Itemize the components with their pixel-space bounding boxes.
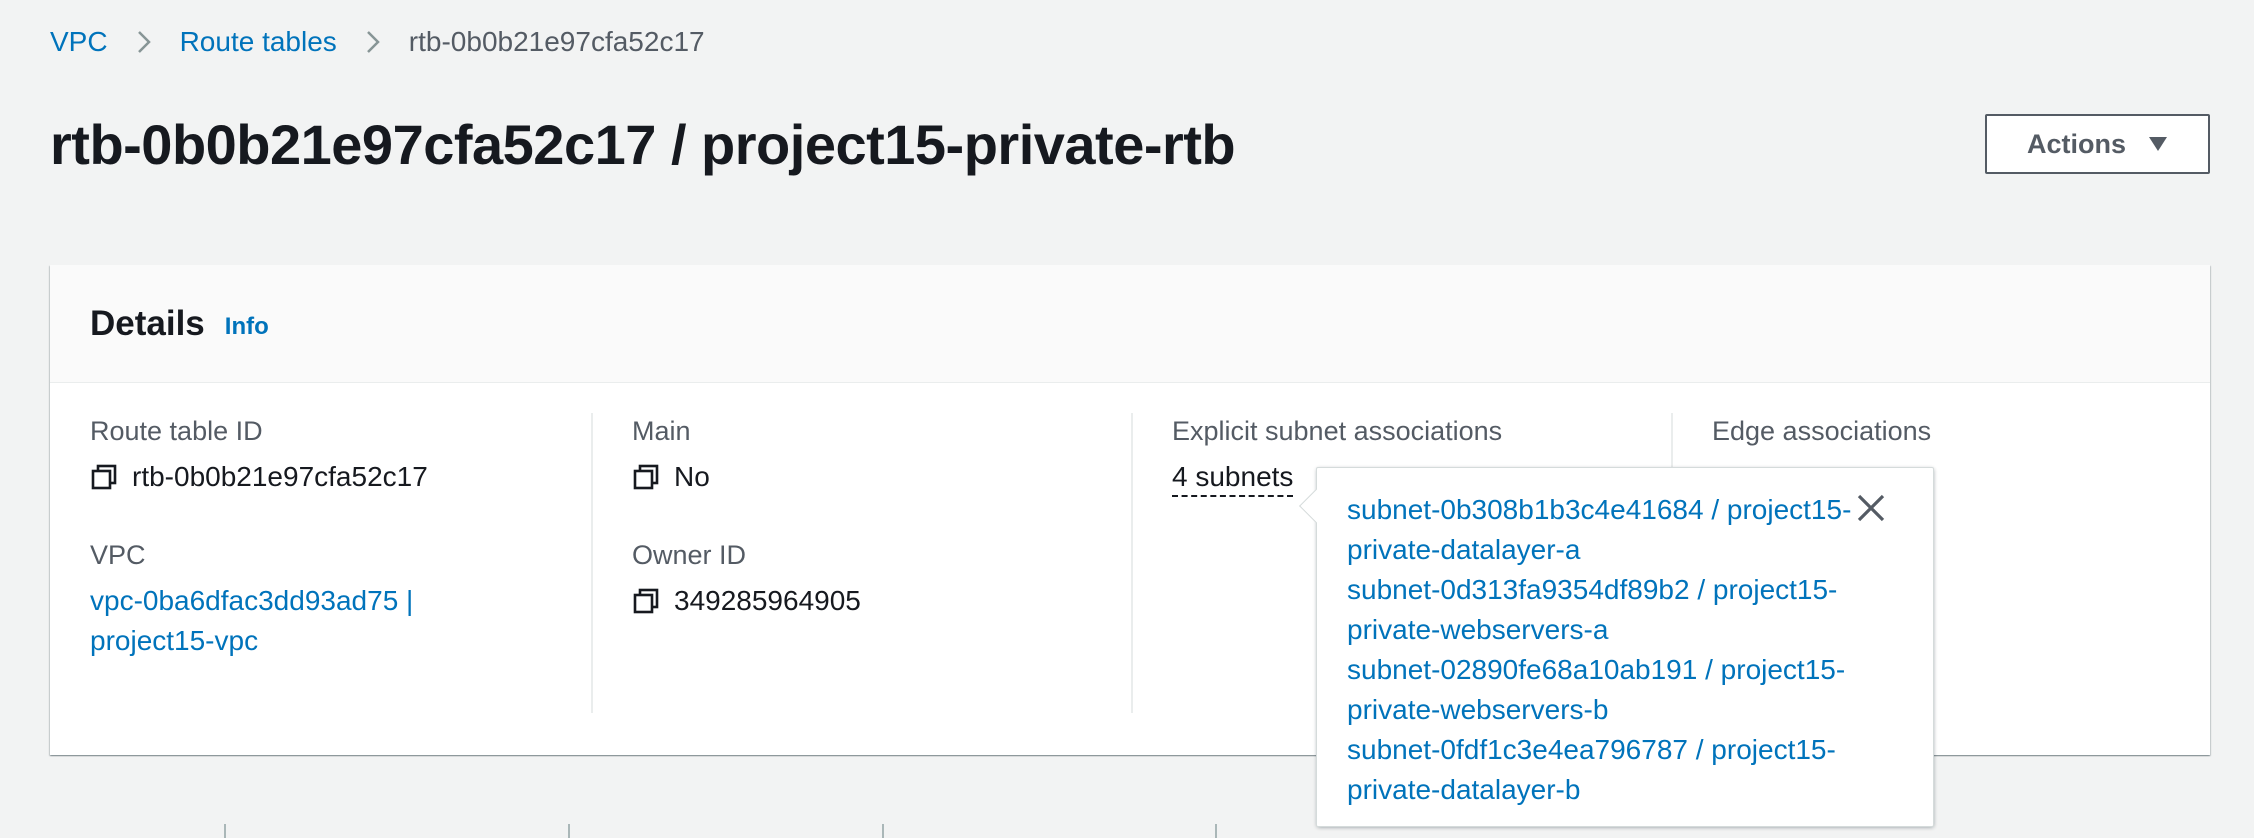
tab-divider bbox=[224, 824, 226, 838]
subnets-popover-trigger[interactable]: 4 subnets bbox=[1172, 459, 1294, 497]
tab-divider bbox=[568, 824, 570, 838]
caret-down-icon bbox=[2148, 136, 2168, 152]
tab-divider bbox=[1215, 824, 1217, 838]
edge-associations-label: Edge associations bbox=[1712, 416, 1932, 446]
chevron-right-icon bbox=[134, 28, 154, 56]
route-table-id-value: rtb-0b0b21e97cfa52c17 bbox=[90, 457, 590, 497]
main-field: Main No bbox=[632, 413, 1132, 497]
column-divider bbox=[1131, 413, 1133, 713]
owner-id-text: 349285964905 bbox=[674, 585, 861, 616]
explicit-subnet-label: Explicit subnet associations bbox=[1172, 416, 1503, 446]
vpc-link[interactable]: vpc-0ba6dfac3dd93ad75 | project15-vpc bbox=[90, 581, 470, 661]
details-column-2: Main No Owner ID 349285964905 bbox=[632, 413, 1132, 713]
route-table-id-field: Route table ID rtb-0b0b21e97cfa52c17 bbox=[90, 413, 590, 497]
details-header: Details Info bbox=[50, 265, 2210, 383]
route-table-id-label: Route table ID bbox=[90, 416, 263, 446]
copy-icon[interactable] bbox=[632, 463, 660, 491]
subnet-link[interactable]: subnet-0fdf1c3e4ea796787 / project15-pri… bbox=[1347, 730, 1877, 810]
breadcrumb-current: rtb-0b0b21e97cfa52c17 bbox=[408, 26, 705, 57]
copy-icon[interactable] bbox=[90, 463, 118, 491]
subnet-link[interactable]: subnet-02890fe68a10ab191 / project15-pri… bbox=[1347, 650, 1877, 730]
edge-associations-field: Edge associations bbox=[1712, 413, 2172, 449]
main-text: No bbox=[674, 461, 710, 492]
close-icon[interactable] bbox=[1855, 492, 1887, 524]
chevron-right-icon bbox=[363, 28, 383, 56]
owner-id-field: Owner ID 349285964905 bbox=[632, 537, 1132, 621]
subnet-list: subnet-0b308b1b3c4e41684 / project15-pri… bbox=[1347, 490, 1877, 810]
column-divider bbox=[591, 413, 593, 713]
main-value: No bbox=[632, 457, 1132, 497]
actions-button[interactable]: Actions bbox=[1985, 114, 2210, 174]
main-label: Main bbox=[632, 416, 691, 446]
info-link[interactable]: Info bbox=[225, 313, 269, 341]
copy-icon[interactable] bbox=[632, 587, 660, 615]
actions-button-label: Actions bbox=[2026, 128, 2126, 159]
breadcrumb: VPC Route tables rtb-0b0b21e97cfa52c17 bbox=[50, 26, 705, 58]
owner-id-value: 349285964905 bbox=[632, 581, 1132, 621]
owner-id-label: Owner ID bbox=[632, 540, 747, 570]
subnet-link[interactable]: subnet-0b308b1b3c4e41684 / project15-pri… bbox=[1347, 490, 1877, 570]
page-title: rtb-0b0b21e97cfa52c17 / project15-privat… bbox=[50, 113, 1236, 176]
vpc-field: VPC vpc-0ba6dfac3dd93ad75 | project15-vp… bbox=[90, 537, 590, 661]
breadcrumb-vpc-link[interactable]: VPC bbox=[50, 26, 108, 58]
subnet-link[interactable]: subnet-0d313fa9354df89b2 / project15-pri… bbox=[1347, 570, 1877, 650]
details-title: Details bbox=[90, 303, 205, 343]
route-table-id-text: rtb-0b0b21e97cfa52c17 bbox=[132, 461, 428, 492]
details-column-1: Route table ID rtb-0b0b21e97cfa52c17 VPC… bbox=[90, 413, 590, 713]
tab-divider bbox=[882, 824, 884, 838]
subnets-popover: subnet-0b308b1b3c4e41684 / project15-pri… bbox=[1299, 467, 1934, 827]
vpc-label: VPC bbox=[90, 540, 146, 570]
breadcrumb-route-tables-link[interactable]: Route tables bbox=[180, 26, 337, 58]
